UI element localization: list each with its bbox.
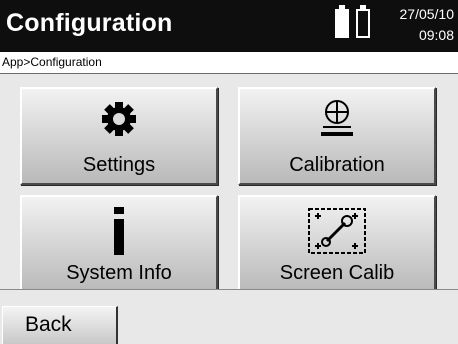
level-crosshair-icon	[315, 99, 359, 146]
battery-full-icon	[335, 5, 349, 38]
screen-calibration-icon	[307, 207, 367, 260]
gear-icon	[99, 99, 139, 144]
back-button[interactable]: Back	[2, 306, 118, 344]
bottom-bar: Back	[0, 289, 458, 344]
date-display: 27/05/10	[399, 6, 455, 22]
menu-panel: Settings Calibration System Info Screen …	[0, 74, 458, 293]
calibration-label: Calibration	[289, 154, 385, 176]
page-title: Configuration	[6, 9, 173, 37]
info-icon	[109, 207, 129, 260]
settings-button[interactable]: Settings	[20, 87, 218, 185]
calibration-button[interactable]: Calibration	[238, 87, 436, 185]
system-info-button[interactable]: System Info	[20, 195, 218, 293]
time-display: 09:08	[418, 27, 454, 43]
screen-calib-button[interactable]: Screen Calib	[238, 195, 436, 293]
breadcrumb: App>Configuration	[0, 52, 458, 74]
title-bar: Configuration 27/05/10 09:08	[0, 0, 458, 52]
settings-label: Settings	[82, 154, 156, 176]
screen-calib-label: Screen Calib	[279, 262, 395, 284]
battery-empty-icon	[356, 5, 370, 38]
system-info-label: System Info	[66, 262, 172, 284]
